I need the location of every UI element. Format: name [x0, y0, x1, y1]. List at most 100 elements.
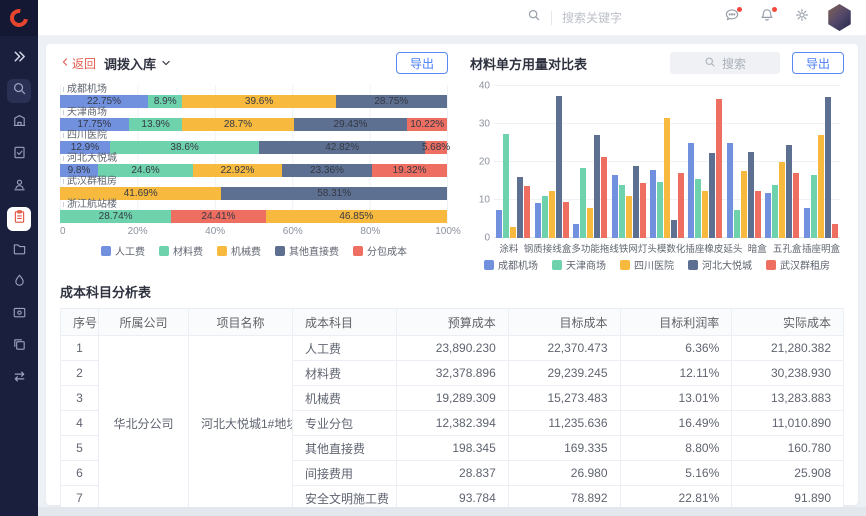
bar[interactable] — [772, 185, 778, 238]
bar[interactable] — [832, 224, 838, 238]
messages-button[interactable] — [719, 5, 745, 31]
bar[interactable] — [664, 118, 670, 238]
cell-actual: 160.780 — [732, 436, 844, 461]
legend-item[interactable]: 人工费 — [101, 243, 145, 258]
bar-segment[interactable]: 10.22% — [407, 118, 447, 131]
bar[interactable] — [727, 143, 733, 238]
bar[interactable] — [804, 208, 810, 238]
bar[interactable] — [563, 202, 569, 238]
bar[interactable] — [601, 157, 607, 238]
bar[interactable] — [524, 186, 530, 238]
bar-segment[interactable]: 28.7% — [182, 118, 293, 131]
bar[interactable] — [650, 170, 656, 238]
bar[interactable] — [580, 168, 586, 238]
bar[interactable] — [765, 193, 771, 238]
sidebar-item-search[interactable] — [7, 79, 31, 103]
legend-label: 人工费 — [115, 243, 145, 258]
legend-item[interactable]: 武汉群租房 — [766, 257, 830, 272]
bar[interactable] — [755, 191, 761, 239]
bar-segment[interactable]: 22.92% — [193, 164, 282, 177]
legend-item[interactable]: 天津商场 — [552, 257, 606, 272]
bar[interactable] — [702, 191, 708, 238]
bar[interactable] — [573, 224, 579, 238]
legend-item[interactable]: 河北大悦城 — [688, 257, 752, 272]
bar[interactable] — [549, 191, 555, 239]
bar[interactable] — [779, 162, 785, 238]
sidebar-item-materials[interactable] — [7, 271, 31, 295]
bar[interactable] — [734, 210, 740, 238]
legend-item[interactable]: 机械费 — [217, 243, 261, 258]
cell-margin: 5.16% — [620, 461, 732, 486]
bar[interactable] — [556, 96, 562, 238]
bar[interactable] — [688, 143, 694, 238]
bar[interactable] — [612, 175, 618, 238]
bar[interactable] — [716, 99, 722, 238]
page-title-dropdown[interactable]: 调拨入库 — [104, 54, 171, 73]
sidebar-item-expand-menu[interactable] — [7, 47, 31, 71]
app-logo[interactable] — [0, 0, 38, 36]
bar-segment[interactable]: 23.36% — [282, 164, 372, 177]
bar[interactable] — [678, 173, 684, 238]
bar-segment[interactable]: 5.68% — [425, 141, 447, 154]
bar[interactable] — [748, 152, 754, 238]
bar-segment[interactable]: 28.74% — [60, 210, 171, 223]
bar[interactable] — [709, 153, 715, 239]
bar-segment[interactable]: 24.41% — [171, 210, 265, 223]
sidebar-item-equipment[interactable] — [7, 303, 31, 327]
bar[interactable] — [503, 134, 509, 239]
bar[interactable] — [825, 97, 831, 238]
export-button-right[interactable]: 导出 — [792, 52, 844, 74]
bar[interactable] — [811, 175, 817, 238]
legend-item[interactable]: 分包成本 — [353, 243, 407, 258]
bar[interactable] — [657, 182, 663, 238]
cell-project: 河北大悦城1#地块项目 — [189, 336, 293, 511]
global-search-input[interactable]: 搜索关键字 — [527, 8, 680, 27]
bar[interactable] — [626, 196, 632, 238]
bar-segment[interactable]: 42.82% — [259, 141, 425, 154]
bar-segment[interactable]: 39.6% — [182, 95, 335, 108]
stacked-bar: 28.74%24.41%46.85% — [60, 210, 447, 223]
bar[interactable] — [594, 135, 600, 238]
sidebar-item-company[interactable] — [7, 111, 31, 135]
bar[interactable] — [496, 210, 502, 239]
sidebar-item-files[interactable] — [7, 239, 31, 263]
bar[interactable] — [786, 145, 792, 238]
bar[interactable] — [535, 203, 541, 238]
bar-segment[interactable]: 58.31% — [221, 187, 447, 200]
legend-item[interactable]: 材料费 — [159, 243, 203, 258]
sidebar-item-members[interactable] — [7, 175, 31, 199]
bar[interactable] — [695, 179, 701, 238]
bar-segment[interactable]: 38.6% — [110, 141, 259, 154]
settings-button[interactable] — [789, 5, 815, 31]
notifications-button[interactable] — [754, 5, 780, 31]
bar[interactable] — [741, 171, 747, 238]
bar[interactable] — [640, 183, 646, 238]
bar-segment[interactable]: 13.9% — [129, 118, 183, 131]
bar[interactable] — [542, 196, 548, 238]
table-title: 成本科目分析表 — [60, 282, 844, 301]
sidebar-item-documents[interactable] — [7, 335, 31, 359]
export-button-left[interactable]: 导出 — [396, 52, 448, 74]
chart-search-input[interactable]: 搜索 — [670, 52, 780, 74]
bar-segment[interactable]: 19.32% — [372, 164, 447, 177]
bar[interactable] — [818, 135, 824, 238]
back-button[interactable]: 返回 — [60, 55, 96, 72]
bar[interactable] — [587, 208, 593, 238]
bar-segment[interactable]: 28.75% — [336, 95, 447, 108]
bar-segment[interactable]: 46.85% — [266, 210, 447, 223]
bar[interactable] — [619, 185, 625, 238]
bar[interactable] — [517, 177, 523, 238]
bar[interactable] — [793, 173, 799, 238]
legend-item[interactable]: 成都机场 — [484, 257, 538, 272]
sidebar-item-transfer[interactable] — [7, 367, 31, 391]
bar-segment[interactable]: 29.43% — [294, 118, 408, 131]
bar[interactable] — [671, 220, 677, 238]
bar[interactable] — [633, 166, 639, 238]
user-avatar[interactable] — [827, 4, 852, 31]
sidebar-item-inventory[interactable] — [7, 207, 31, 231]
sidebar-item-approvals[interactable] — [7, 143, 31, 167]
bar-segment[interactable]: 8.9% — [148, 95, 182, 108]
legend-item[interactable]: 其他直接费 — [275, 243, 339, 258]
legend-item[interactable]: 四川医院 — [620, 257, 674, 272]
bar[interactable] — [510, 227, 516, 238]
